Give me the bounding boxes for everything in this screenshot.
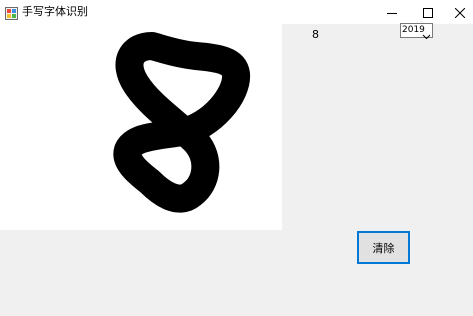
- chevron-down-icon: [422, 26, 431, 40]
- title-bar[interactable]: 手写字体识别: [0, 0, 473, 24]
- minimize-button[interactable]: [374, 0, 410, 24]
- clear-button-label: 清除: [372, 241, 395, 255]
- app-window: 手写字体识别 8 2019 清除: [0, 0, 473, 316]
- clear-button[interactable]: 清除: [357, 231, 410, 264]
- prediction-label: 8: [312, 28, 319, 41]
- app-icon: [5, 5, 18, 20]
- window-title: 手写字体识别: [22, 5, 88, 18]
- year-dropdown[interactable]: 2019: [400, 23, 433, 40]
- close-button[interactable]: [446, 0, 473, 24]
- close-icon: [454, 3, 465, 22]
- handwritten-digit-stroke: [113, 32, 250, 213]
- drawing-canvas[interactable]: [0, 24, 282, 230]
- maximize-button[interactable]: [410, 0, 446, 24]
- minimize-icon: [387, 3, 397, 22]
- maximize-icon: [423, 3, 433, 22]
